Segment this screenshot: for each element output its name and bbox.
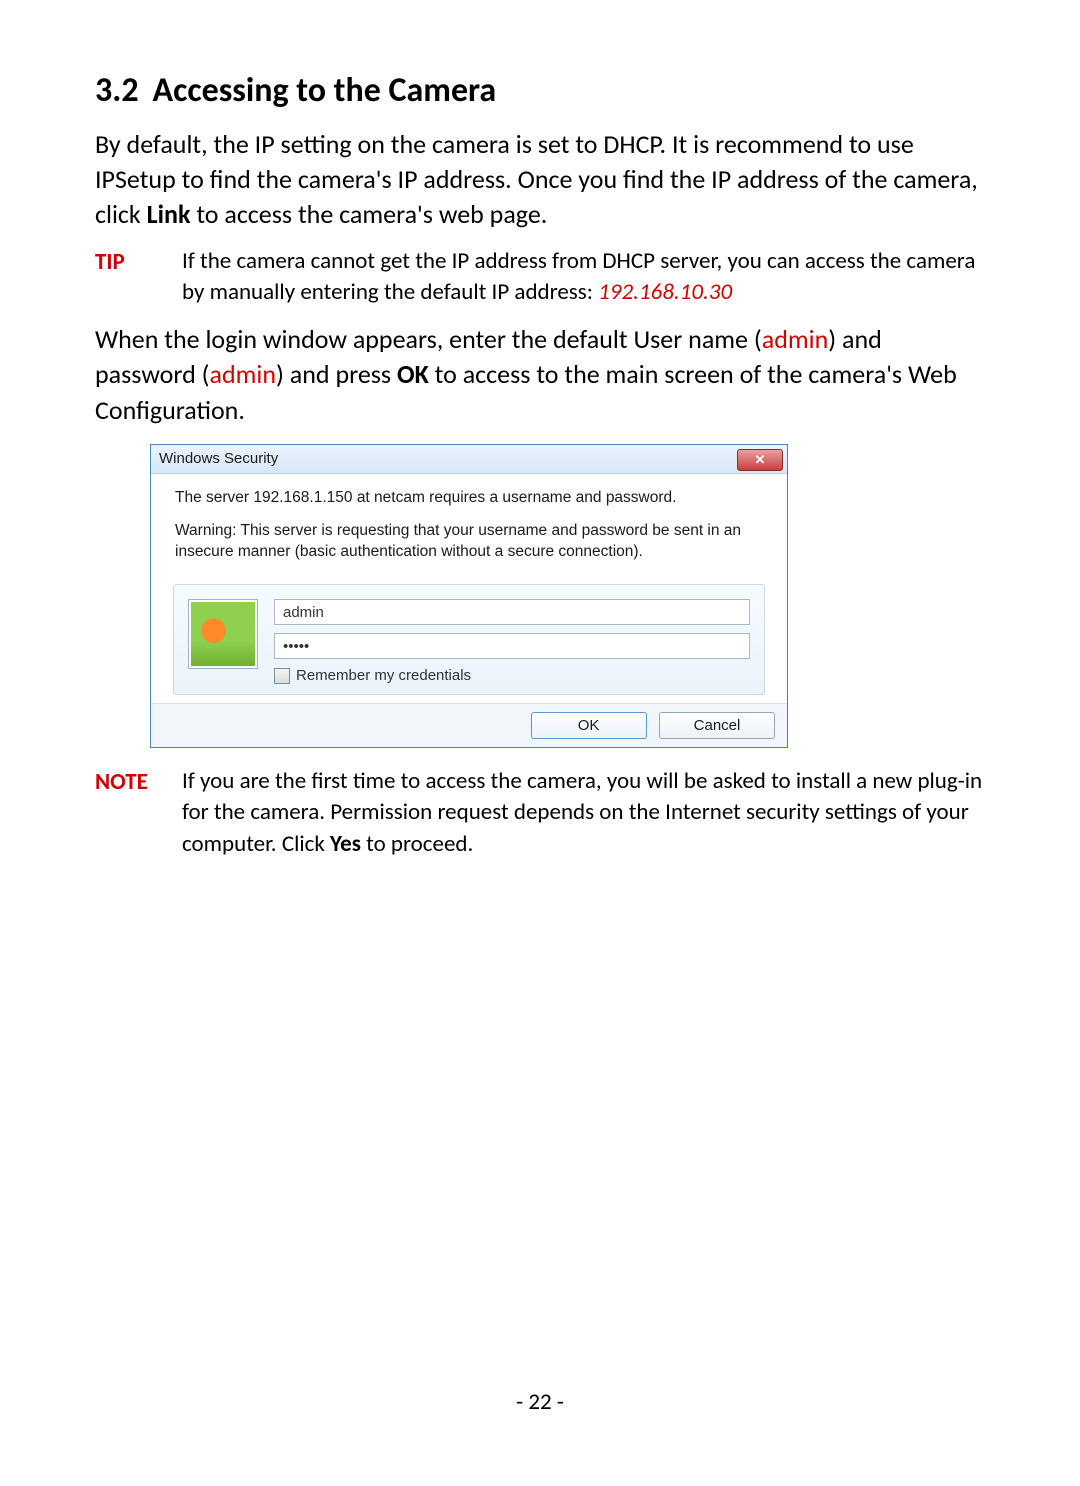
checkbox-icon[interactable] [274, 668, 290, 684]
username-value: admin [283, 604, 324, 621]
ok-button[interactable]: OK [531, 712, 647, 739]
dialog-screenshot: Windows Security ✕ The server 192.168.1.… [95, 444, 985, 749]
dialog-title-text: Windows Security [159, 450, 278, 467]
text: If you are the first time to access the … [182, 767, 982, 857]
text: ) and press [276, 358, 397, 390]
close-icon[interactable]: ✕ [737, 449, 783, 471]
tip-label: TIP [95, 246, 150, 276]
link-word: Link [147, 198, 191, 230]
dialog-footer: OK Cancel [151, 703, 787, 747]
tip-block: TIP If the camera cannot get the IP addr… [95, 246, 985, 308]
yes-word: Yes [330, 830, 361, 858]
windows-security-dialog: Windows Security ✕ The server 192.168.1.… [150, 444, 788, 749]
section-number: 3.2 [95, 70, 139, 111]
dialog-message-1: The server 192.168.1.150 at netcam requi… [175, 488, 763, 509]
credentials-panel: admin ••••• Remember my credentials [173, 584, 765, 695]
user-avatar [188, 599, 258, 669]
username-default: admin [762, 323, 829, 355]
paragraph-intro: By default, the IP setting on the camera… [95, 127, 985, 232]
default-ip: 192.168.10.30 [598, 278, 732, 306]
dialog-titlebar: Windows Security ✕ [151, 445, 787, 474]
tip-text: If the camera cannot get the IP address … [182, 246, 985, 308]
username-field[interactable]: admin [274, 599, 750, 625]
password-value: ••••• [283, 638, 309, 655]
dialog-body: The server 192.168.1.150 at netcam requi… [151, 474, 787, 573]
section-title: Accessing to the Camera [153, 70, 497, 111]
text: When the login window appears, enter the… [95, 323, 762, 355]
note-text: If you are the first time to access the … [182, 766, 985, 859]
remember-credentials[interactable]: Remember my credentials [274, 667, 750, 684]
password-field[interactable]: ••••• [274, 633, 750, 659]
section-heading: 3.2 Accessing to the Camera [95, 70, 985, 111]
paragraph-login: When the login window appears, enter the… [95, 322, 985, 427]
page-number: - 22 - [0, 1388, 1080, 1416]
note-block: NOTE If you are the first time to access… [95, 766, 985, 859]
cancel-button[interactable]: Cancel [659, 712, 775, 739]
note-label: NOTE [95, 766, 150, 796]
text: to proceed. [361, 830, 473, 858]
text: If the camera cannot get the IP address … [182, 247, 975, 306]
ok-word: OK [397, 358, 429, 390]
dialog-message-2: Warning: This server is requesting that … [175, 521, 763, 563]
remember-label: Remember my credentials [296, 667, 471, 684]
password-default: admin [210, 358, 277, 390]
text: to access the camera's web page. [190, 198, 547, 230]
